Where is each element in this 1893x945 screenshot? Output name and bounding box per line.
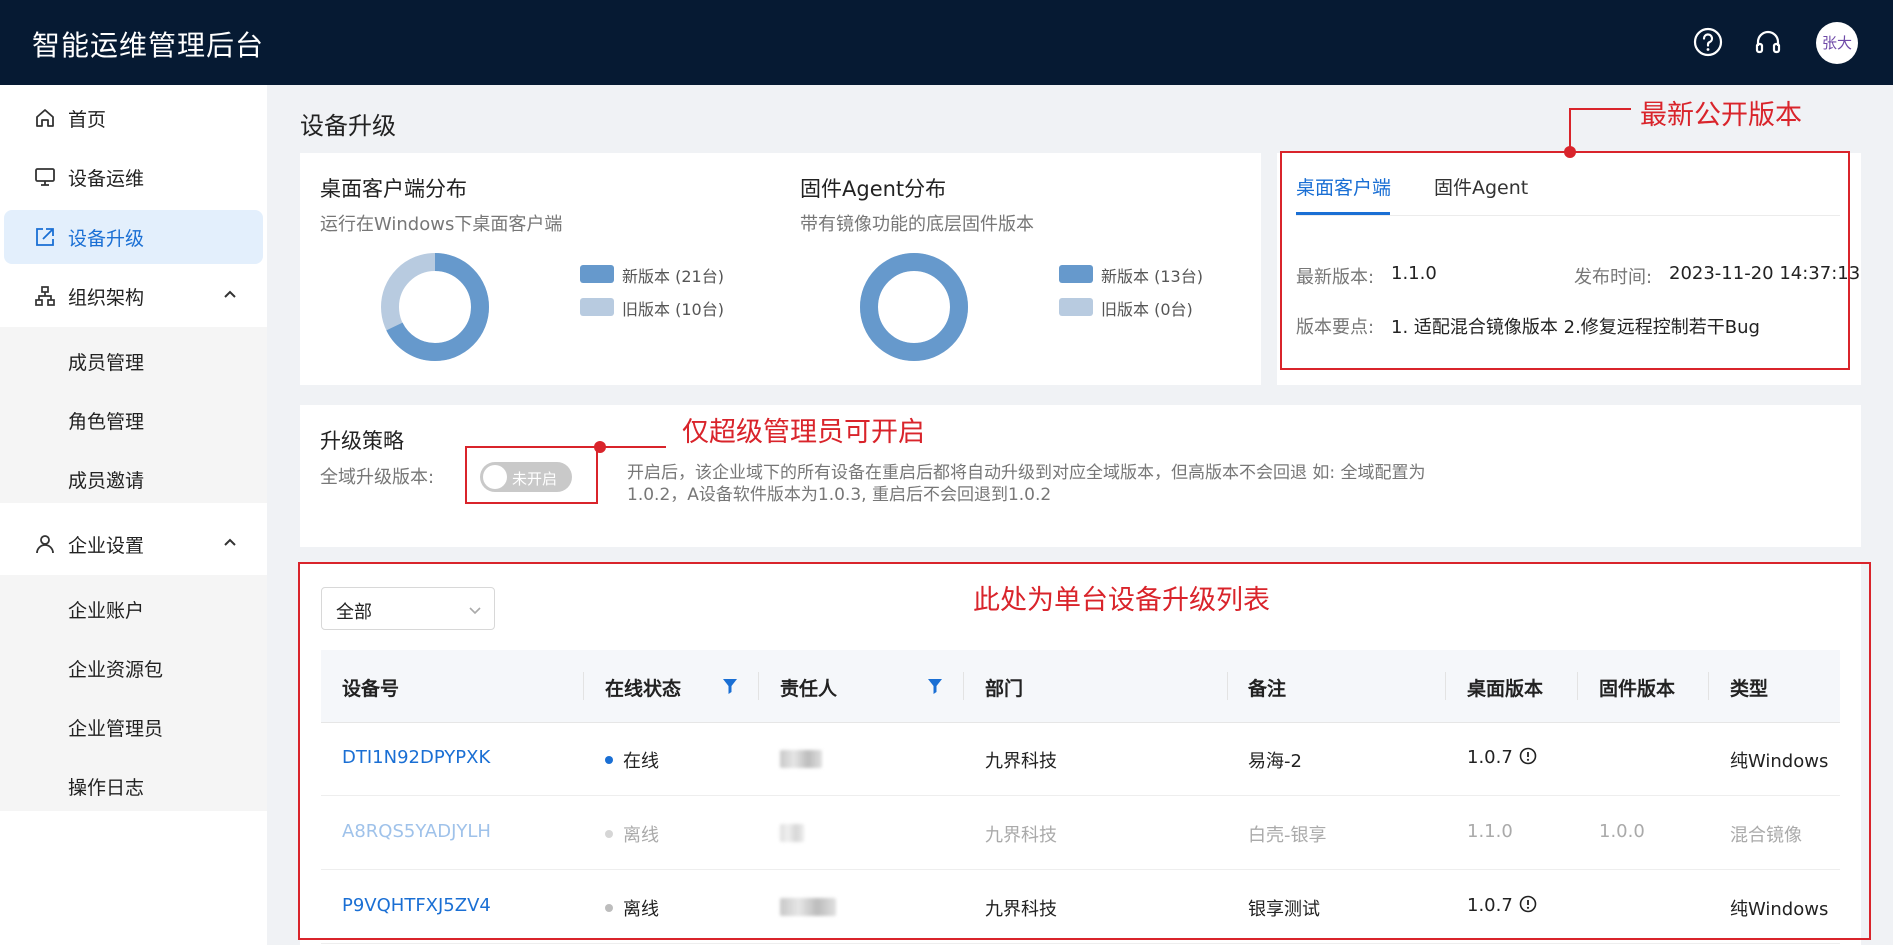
sidebar-item-label: 首页 — [68, 109, 107, 131]
annotation-leader-line — [1569, 108, 1631, 110]
org-submenu: 成员管理 角色管理 成员邀请 — [0, 327, 267, 503]
legend-old-label: 旧版本 (0台) — [1101, 300, 1193, 319]
legend-new-label: 新版本 (13台) — [1101, 267, 1203, 286]
avatar[interactable]: 张大 — [1816, 22, 1858, 64]
policy-title: 升级策略 — [320, 429, 404, 453]
annotation-box-device-list — [298, 562, 1871, 940]
legend-swatch-old — [580, 298, 614, 316]
chevron-up-icon[interactable] — [222, 535, 238, 551]
sidebar-item-invite[interactable]: 成员邀请 — [68, 466, 144, 493]
legend-swatch-new — [1059, 265, 1093, 283]
monitor-icon — [35, 168, 55, 186]
annotation-leader-line — [1569, 108, 1571, 152]
sidebar-item-label: 组织架构 — [68, 287, 145, 309]
sidebar-item-device-ops[interactable]: 设备运维 — [4, 150, 263, 204]
enterprise-submenu: 企业账户 企业资源包 企业管理员 操作日志 — [0, 575, 267, 811]
sidebar-item-org[interactable]: 组织架构 — [4, 269, 263, 323]
sidebar: 首页 设备运维 设备升级 组织架构 成员管理 角色管理 成员邀请 企业设置 企业… — [0, 85, 267, 945]
annotation-super-admin: 仅超级管理员可开启 — [682, 417, 925, 448]
upgrade-icon — [36, 228, 54, 246]
org-icon — [35, 286, 55, 306]
policy-description-line1: 开启后，该企业域下的所有设备在重启后都将自动升级到对应全域版本，但高版本不会回退… — [627, 463, 1426, 483]
firmware-donut-new-slice — [860, 253, 968, 361]
app-title: 智能运维管理后台 — [32, 29, 265, 62]
sidebar-item-home[interactable]: 首页 — [4, 91, 263, 145]
sidebar-item-label: 设备运维 — [68, 168, 145, 190]
sidebar-item-enterprise[interactable]: 企业设置 — [4, 517, 263, 571]
distribution-card: 桌面客户端分布 运行在Windows下桌面客户端 新版本 (21台) 旧版本 (… — [300, 153, 1261, 385]
legend-swatch-new — [580, 265, 614, 283]
desktop-donut-chart — [381, 253, 489, 361]
global-version-label: 全域升级版本: — [320, 467, 435, 488]
annotation-box-latest-version — [1280, 151, 1850, 370]
sidebar-item-members[interactable]: 成员管理 — [68, 348, 144, 375]
sidebar-item-device-upgrade[interactable]: 设备升级 — [4, 210, 263, 264]
annotation-leader-line — [600, 446, 666, 448]
annotation-single-device-list: 此处为单台设备升级列表 — [973, 585, 1270, 616]
page-title: 设备升级 — [300, 112, 396, 140]
policy-description: 开启后，该企业域下的所有设备在重启后都将自动升级到对应全域版本，但高版本不会回退… — [627, 462, 1426, 506]
legend-new-label: 新版本 (21台) — [622, 267, 724, 286]
sidebar-item-resources[interactable]: 企业资源包 — [68, 655, 163, 682]
sidebar-item-account[interactable]: 企业账户 — [68, 596, 144, 623]
chevron-up-icon[interactable] — [222, 287, 238, 303]
annotation-latest-public: 最新公开版本 — [1640, 100, 1802, 131]
desktop-dist-title: 桌面客户端分布 — [320, 177, 467, 201]
home-icon — [36, 109, 54, 127]
user-icon — [36, 535, 54, 554]
sidebar-item-oplog[interactable]: 操作日志 — [68, 773, 144, 800]
legend-old-label: 旧版本 (10台) — [622, 300, 724, 319]
legend-swatch-old — [1059, 298, 1093, 316]
annotation-box-toggle — [465, 446, 598, 504]
firmware-dist-subtitle: 带有镜像功能的底层固件版本 — [800, 214, 1034, 235]
sidebar-item-roles[interactable]: 角色管理 — [68, 407, 144, 434]
sidebar-item-label: 设备升级 — [68, 228, 145, 250]
policy-description-line2: 1.0.2，A设备软件版本为1.0.3, 重启后不会回退到1.0.2 — [627, 485, 1052, 505]
firmware-donut-chart — [860, 253, 968, 361]
sidebar-item-admins[interactable]: 企业管理员 — [68, 714, 163, 741]
help-circle-icon[interactable] — [1692, 26, 1724, 58]
firmware-dist-title: 固件Agent分布 — [800, 177, 947, 201]
desktop-dist-subtitle: 运行在Windows下桌面客户端 — [320, 214, 563, 235]
top-header: 智能运维管理后台 张大 — [0, 0, 1893, 85]
headset-icon[interactable] — [1752, 26, 1784, 58]
sidebar-item-label: 企业设置 — [68, 535, 145, 557]
